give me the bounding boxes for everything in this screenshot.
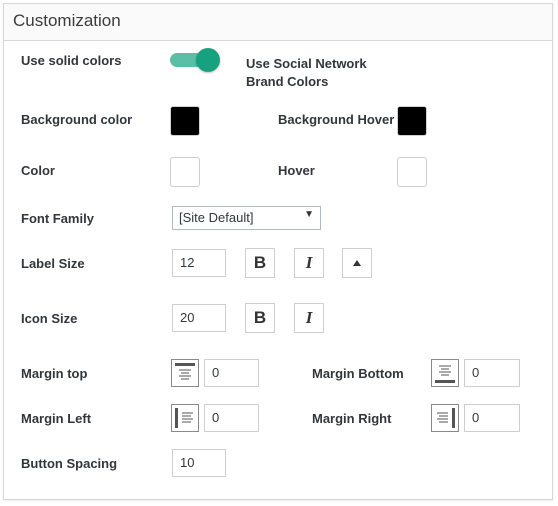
margin-top-input[interactable]: 0	[204, 359, 259, 387]
background-color-swatch[interactable]	[170, 106, 200, 136]
toggle-knob	[196, 48, 220, 72]
margin-top-label: Margin top	[21, 366, 88, 381]
solid-colors-label: Use solid colors	[21, 53, 122, 68]
align-top-icon	[175, 363, 195, 380]
margin-bottom-label: Margin Bottom	[312, 366, 404, 381]
margin-left-input[interactable]: 0	[204, 404, 259, 432]
icon-size-input[interactable]: 20	[172, 304, 226, 332]
label-uppercase-button[interactable]	[342, 248, 372, 278]
solid-colors-toggle[interactable]	[170, 48, 222, 72]
button-spacing-input[interactable]: 10	[172, 449, 226, 477]
align-left-icon	[175, 408, 193, 428]
margin-right-button[interactable]	[431, 404, 459, 432]
button-spacing-label: Button Spacing	[21, 456, 118, 471]
brand-colors-label-line2: Brand Colors	[246, 74, 329, 89]
color-swatch[interactable]	[170, 157, 200, 187]
margin-top-button[interactable]	[171, 359, 199, 387]
margin-right-label: Margin Right	[312, 411, 392, 426]
background-hover-label: Background Hover	[278, 112, 395, 127]
panel-title: Customization	[13, 11, 121, 30]
brand-colors-label-line1: Use Social Network	[246, 56, 367, 71]
align-right-icon	[437, 408, 455, 428]
panel-header: Customization	[4, 4, 552, 41]
chevron-down-icon: ▼	[304, 209, 314, 220]
hover-swatch[interactable]	[397, 157, 427, 187]
label-size-input[interactable]: 12	[172, 249, 226, 277]
margin-left-label: Margin Left	[21, 411, 92, 426]
margin-bottom-input[interactable]: 0	[464, 359, 520, 387]
hover-label: Hover	[278, 163, 315, 178]
font-family-selected: [Site Default]	[179, 210, 254, 225]
color-label: Color	[21, 163, 55, 178]
icon-size-label: Icon Size	[21, 311, 78, 326]
bold-icon: B	[253, 308, 267, 327]
icon-bold-button[interactable]: B	[245, 303, 275, 333]
bold-icon: B	[253, 253, 267, 272]
label-size-label: Label Size	[21, 256, 85, 271]
margin-left-button[interactable]	[171, 404, 199, 432]
italic-icon: I	[305, 253, 313, 272]
margin-bottom-button[interactable]	[431, 359, 459, 387]
align-bottom-icon	[435, 365, 455, 383]
italic-icon: I	[305, 308, 313, 327]
background-hover-swatch[interactable]	[397, 106, 427, 136]
font-family-label: Font Family	[21, 211, 94, 226]
triangle-up-icon	[353, 259, 361, 266]
label-bold-button[interactable]: B	[245, 248, 275, 278]
margin-right-input[interactable]: 0	[464, 404, 520, 432]
background-color-label: Background color	[21, 112, 133, 127]
customization-panel: Customization Use solid colors Use Socia…	[3, 3, 553, 500]
icon-italic-button[interactable]: I	[294, 303, 324, 333]
label-italic-button[interactable]: I	[294, 248, 324, 278]
font-family-select[interactable]: [Site Default] ▼	[172, 206, 321, 230]
